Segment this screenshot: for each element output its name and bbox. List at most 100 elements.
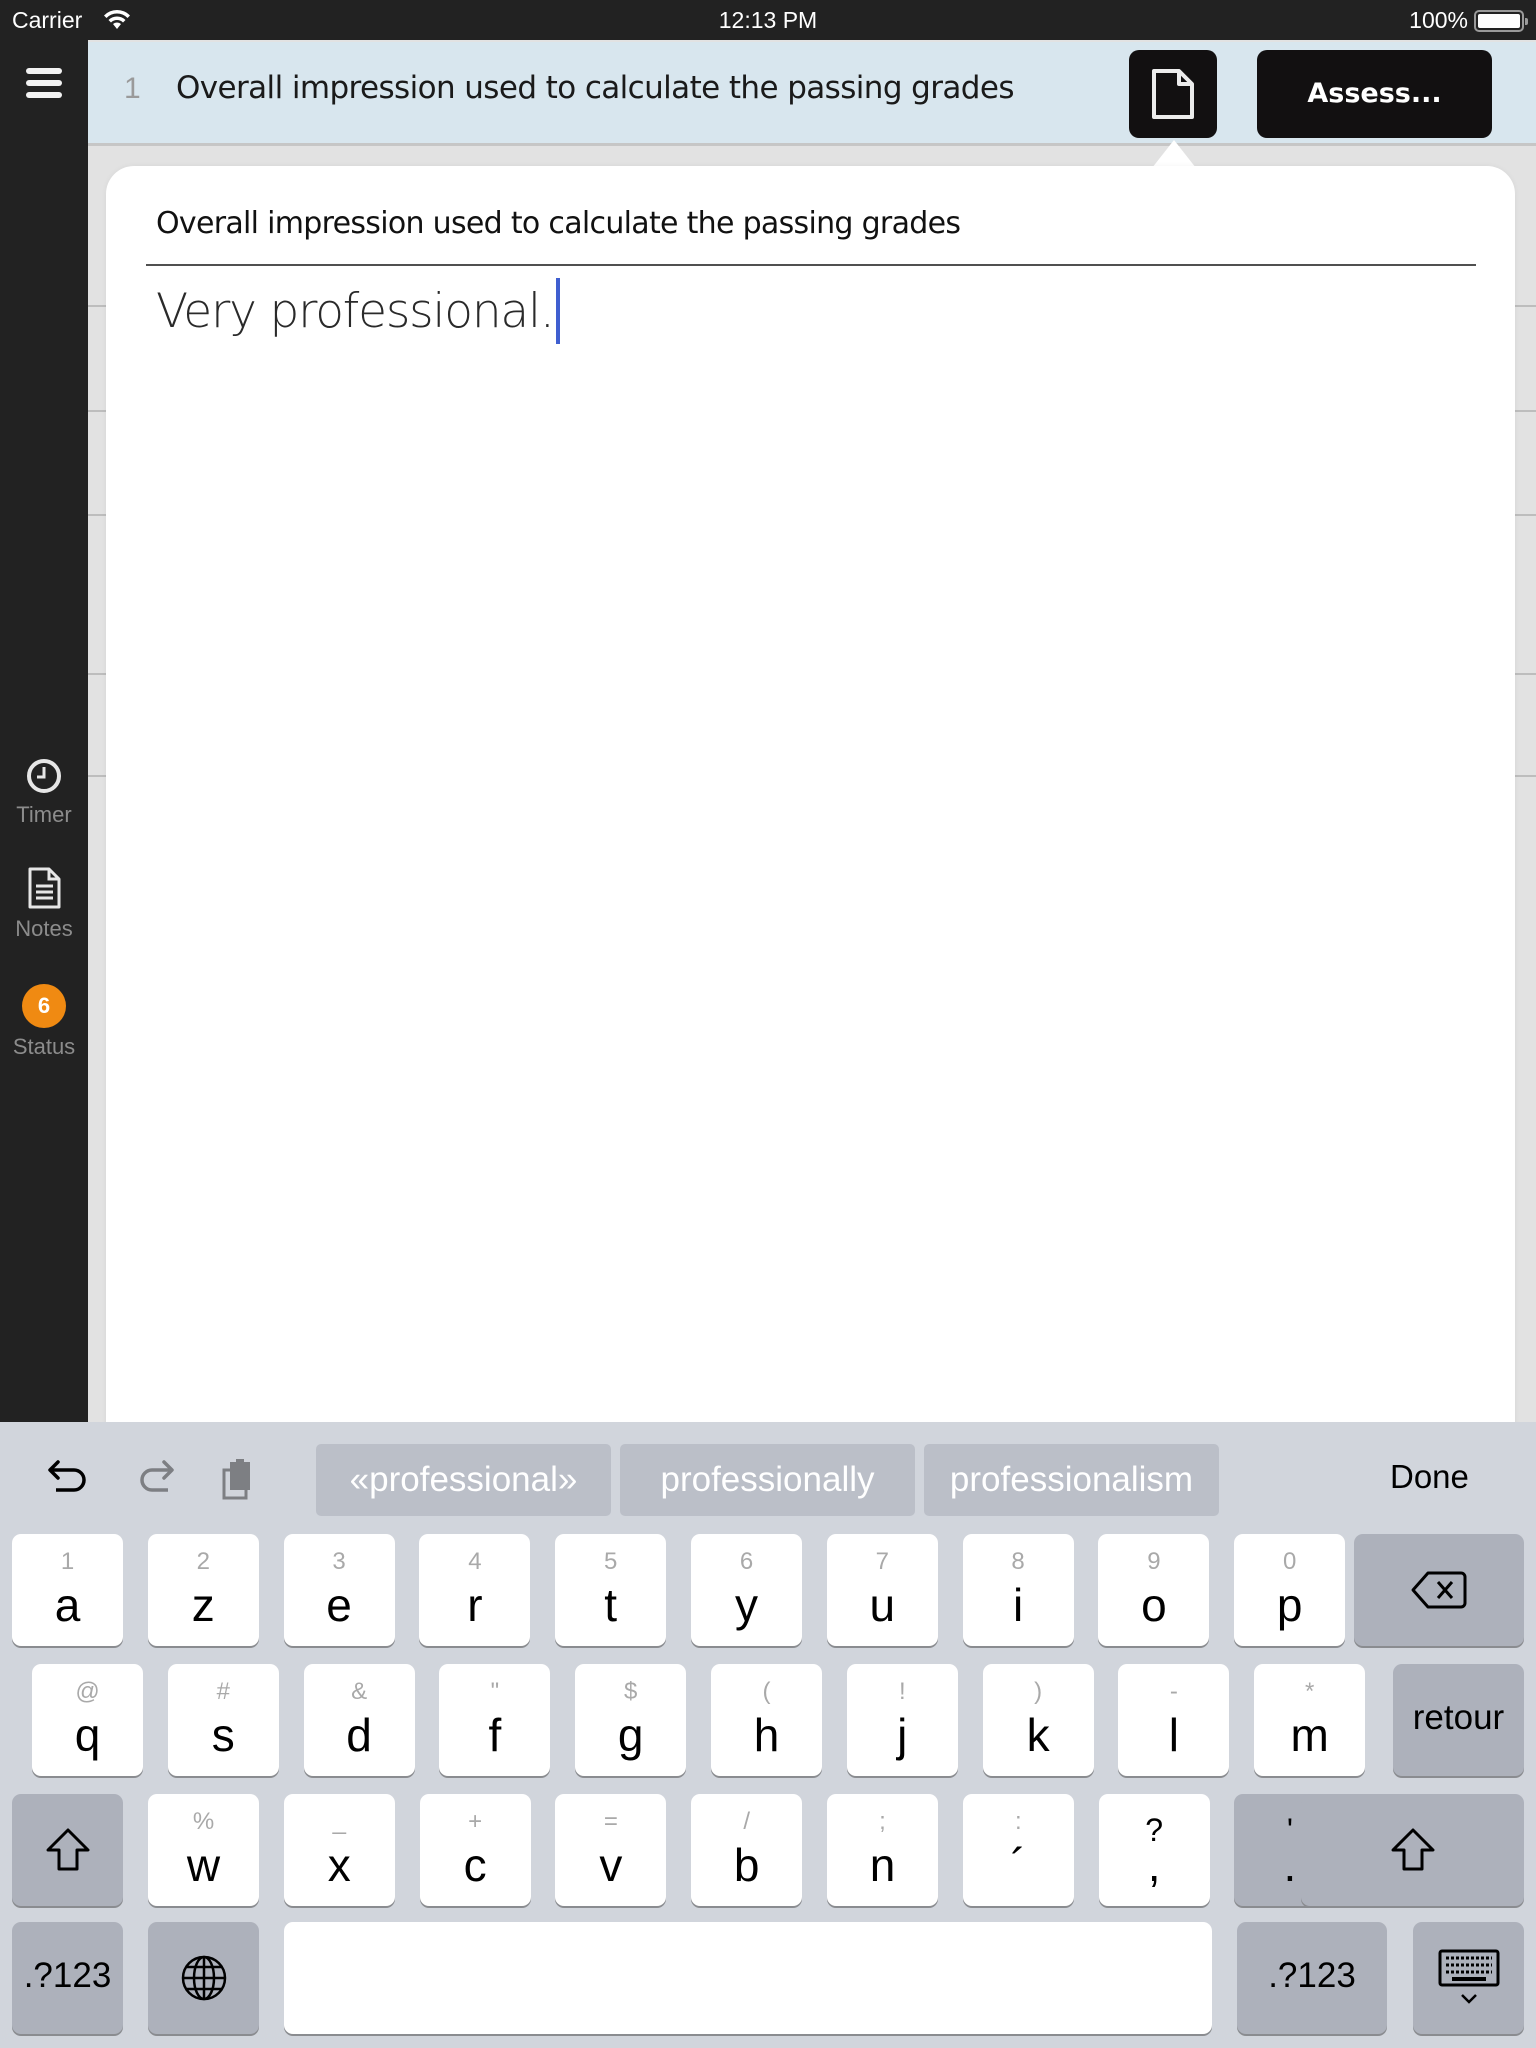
paste-icon[interactable] (214, 1456, 262, 1504)
undo-icon[interactable] (44, 1456, 92, 1504)
key-r[interactable]: 4r (419, 1534, 531, 1646)
hamburger-menu-button[interactable] (26, 68, 62, 98)
sidebar: Timer Notes 6 Status (0, 40, 88, 1422)
shift-key-right[interactable] (1301, 1794, 1524, 1906)
sidebar-item-status[interactable]: 6 Status (0, 984, 88, 1060)
backspace-icon (1411, 1571, 1467, 1609)
key-alt-label: 5 (604, 1548, 618, 1575)
document-icon (28, 867, 61, 909)
key-g[interactable]: $ g (575, 1664, 687, 1776)
key-s[interactable]: # s (167, 1664, 279, 1776)
shift-key-left[interactable] (12, 1794, 123, 1906)
key-c[interactable]: + c (419, 1794, 531, 1906)
key-w[interactable]: % w (148, 1794, 259, 1906)
key-k[interactable]: ) k (982, 1664, 1094, 1776)
key-apostrophe[interactable]: : ´ (962, 1794, 1074, 1906)
key-t[interactable]: 5t (555, 1534, 667, 1646)
key-alt-label: % (192, 1808, 215, 1835)
sidebar-item-label: Timer (16, 802, 72, 827)
key-alt-label: @ (75, 1678, 100, 1705)
key-o[interactable]: 9o (1098, 1534, 1210, 1646)
key-label: h (753, 1709, 780, 1761)
numbers-key-label: .?123 (23, 1956, 112, 1995)
key-m[interactable]: * m (1254, 1664, 1366, 1776)
numbers-key-left[interactable]: .?123 (12, 1922, 123, 2034)
key-label: z (191, 1579, 215, 1631)
suggestion-3[interactable]: professionalism (924, 1444, 1219, 1516)
key-label: a (54, 1579, 81, 1631)
key-alt-label: 8 (1011, 1548, 1025, 1575)
key-label: o (1141, 1579, 1167, 1631)
key-alt-label: 6 (739, 1548, 754, 1575)
key-u[interactable]: 7u (826, 1534, 938, 1646)
key-x[interactable]: _ x (283, 1794, 395, 1906)
key-alt-label: _ (332, 1808, 346, 1835)
key-alt-label: 7 (875, 1548, 889, 1575)
key-comma[interactable]: ?, (1098, 1794, 1210, 1906)
key-a[interactable]: 1a (12, 1534, 123, 1646)
sidebar-item-notes[interactable]: Notes (0, 866, 88, 942)
sidebar-item-label: Status (12, 1034, 76, 1059)
key-p[interactable]: 0p (1234, 1534, 1346, 1646)
key-alt-label: 0 (1283, 1548, 1297, 1575)
sidebar-item-label: Notes (15, 916, 73, 941)
key-j[interactable]: ! j (846, 1664, 958, 1776)
suggestion-2[interactable]: professionally (620, 1444, 915, 1516)
document-icon (1152, 69, 1194, 119)
key-n[interactable]: ; n (827, 1794, 938, 1906)
key-label: t (604, 1579, 618, 1631)
key-label: m (1290, 1709, 1329, 1761)
key-alt-label: / (743, 1808, 751, 1835)
key-i[interactable]: 8i (962, 1534, 1074, 1646)
criterion-title: Overall impression used to calculate the… (176, 70, 1014, 106)
key-e[interactable]: 3e (283, 1534, 395, 1646)
notes-document-button[interactable] (1129, 50, 1217, 138)
globe-icon (181, 1955, 226, 2001)
key-label: x (327, 1839, 351, 1891)
key-alt-label: $ (624, 1678, 638, 1705)
done-button[interactable]: Done (1390, 1458, 1469, 1496)
suggestion-1[interactable]: «professional» (316, 1444, 611, 1516)
key-q[interactable]: @ q (32, 1664, 143, 1776)
key-label: d (346, 1709, 372, 1761)
key-alt-label: 1 (60, 1548, 75, 1575)
return-key[interactable]: retour (1393, 1664, 1524, 1776)
sidebar-item-timer[interactable]: Timer (0, 756, 88, 828)
numbers-key-right[interactable]: .?123 (1237, 1922, 1387, 2034)
status-bar: Carrier 12:13 PM 100% (0, 0, 1536, 40)
key-l[interactable]: -l (1118, 1664, 1230, 1776)
delete-key[interactable] (1354, 1534, 1524, 1646)
clock-icon (27, 759, 61, 793)
key-label: ´ (1010, 1839, 1026, 1891)
redo-icon[interactable] (132, 1456, 180, 1504)
key-b[interactable]: / b (691, 1794, 803, 1906)
shift-icon (1391, 1828, 1434, 1871)
shift-icon (46, 1828, 89, 1871)
space-bar[interactable] (284, 1922, 1212, 2034)
key-h[interactable]: (h (711, 1664, 822, 1776)
keyboard-dismiss-icon (1438, 1949, 1499, 2004)
globe-key[interactable] (148, 1922, 259, 2034)
key-f[interactable]: " f (439, 1664, 551, 1776)
key-label: v (599, 1839, 623, 1891)
key-y[interactable]: 6y (691, 1534, 802, 1646)
key-label: f (488, 1709, 502, 1761)
key-label: , (1147, 1839, 1161, 1891)
notes-text-area[interactable]: Very professional. (156, 278, 560, 344)
key-v[interactable]: = v (555, 1794, 667, 1906)
notes-popover: Overall impression used to calculate the… (106, 166, 1515, 1466)
return-key-label: retour (1412, 1698, 1505, 1737)
key-z[interactable]: 2z (147, 1534, 259, 1646)
key-label: s (211, 1709, 235, 1761)
clock-time: 12:13 PM (718, 7, 818, 33)
key-alt-label: " (490, 1678, 500, 1705)
key-alt-label: ! (898, 1678, 906, 1705)
key-alt-label: ; (879, 1808, 886, 1835)
key-d[interactable]: & d (303, 1664, 415, 1776)
text-caret (555, 278, 560, 344)
key-label: q (74, 1709, 101, 1761)
key-alt-label: + (468, 1808, 483, 1835)
key-label: l (1168, 1709, 1179, 1761)
dismiss-keyboard-key[interactable] (1413, 1922, 1524, 2034)
assess-button[interactable]: Assess... (1257, 50, 1492, 138)
